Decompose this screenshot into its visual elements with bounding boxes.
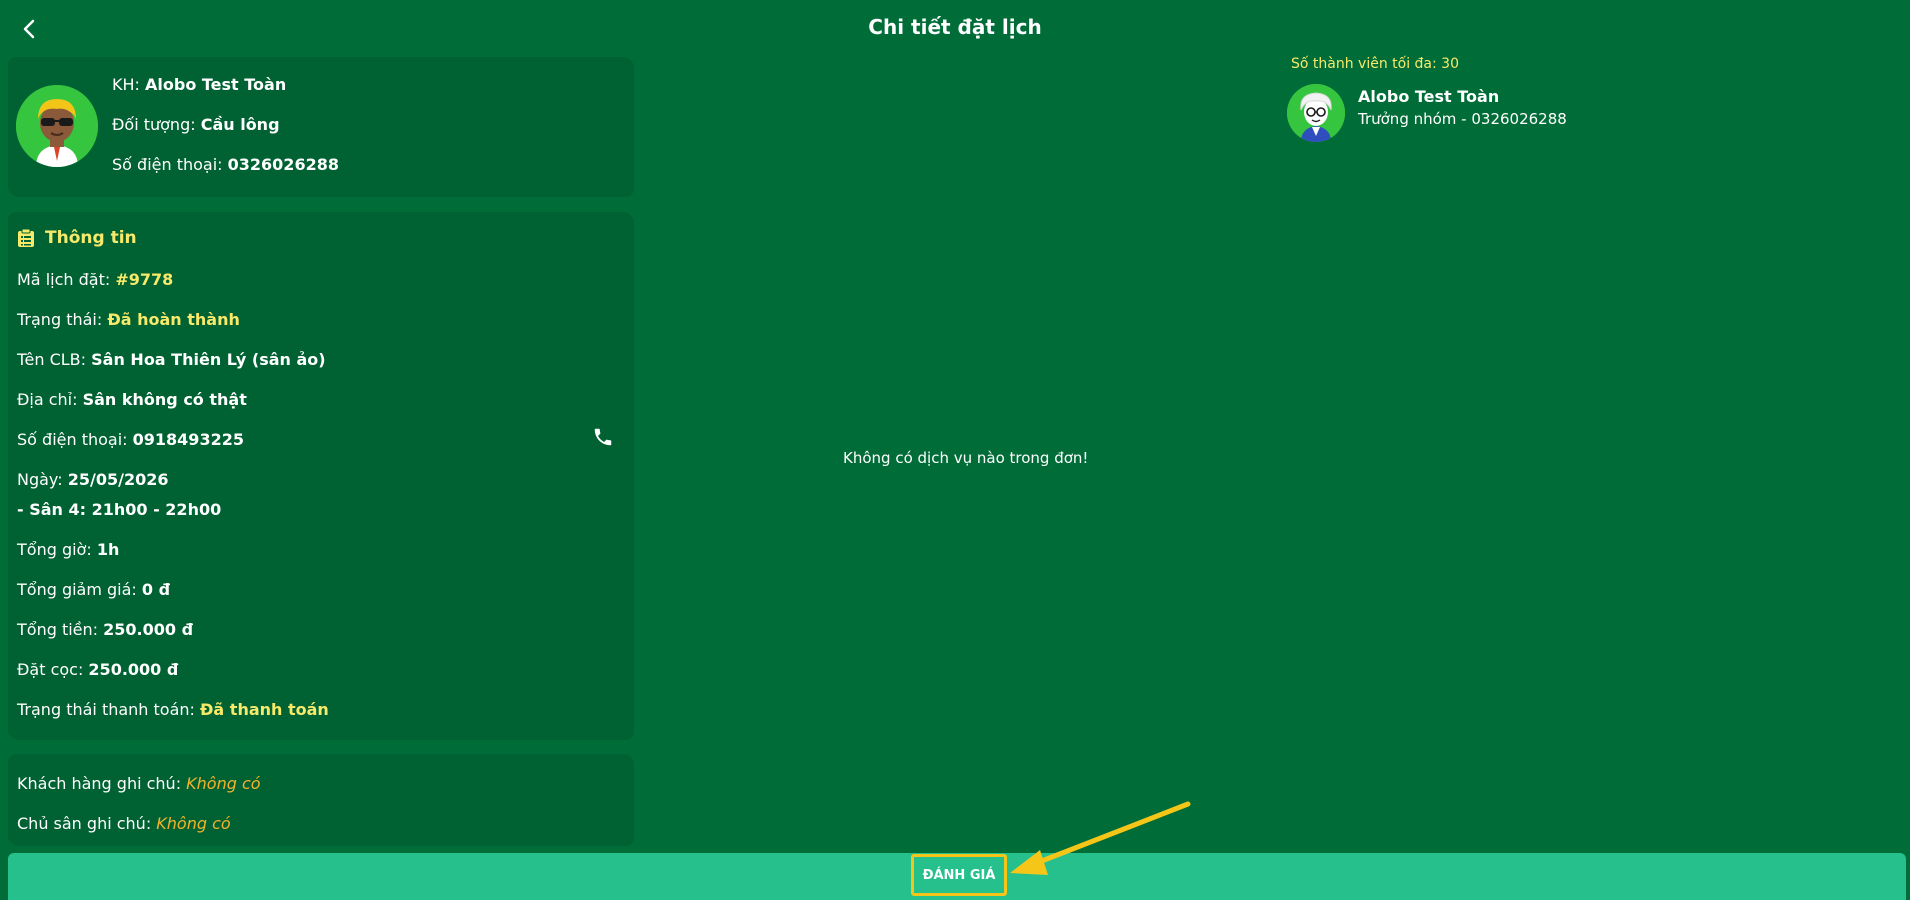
phone-icon[interactable] [592,426,616,450]
customer-object-value: Cầu lông [200,115,280,134]
club-label: Tên CLB: [17,350,92,369]
services-empty-text: Không có dịch vụ nào trong đơn! [843,449,1089,467]
customer-name-line: KH: Alobo Test Toàn [112,75,286,94]
date-label: Ngày: [17,470,68,489]
booking-info-card: Thông tin Mã lịch đặt: #9778 Trạng thái:… [8,212,632,738]
date-row: Ngày: 25/05/2026 [17,470,168,489]
status-label: Trạng thái: [17,310,108,329]
member-role: Trưởng nhóm - 0326026288 [1358,110,1567,128]
payment-status-row: Trạng thái thanh toán: Đã thanh toán [17,700,329,719]
status-value: Đã hoàn thành [107,310,240,329]
total-hours-row: Tổng giờ: 1h [17,540,119,559]
deposit-label: Đặt cọc: [17,660,89,679]
club-row: Tên CLB: Sân Hoa Thiên Lý (sân ảo) [17,350,326,369]
customer-object-label: Đối tượng: [112,115,201,134]
total-hours-value: 1h [96,540,120,559]
customer-object-line: Đối tượng: Cầu lông [112,115,280,134]
notes-card: Khách hàng ghi chú: Không có Chủ sân ghi… [8,754,632,844]
club-phone-label: Số điện thoại: [17,430,133,449]
address-row: Địa chỉ: Sân không có thật [17,390,247,409]
customer-phone-value: 0326026288 [227,155,339,174]
customer-phone-label: Số điện thoại: [112,155,228,174]
booking-code-value: #9778 [115,270,174,289]
club-phone-value: 0918493225 [132,430,244,449]
owner-note-label: Chủ sân ghi chú: [17,814,157,833]
club-value: Sân Hoa Thiên Lý (sân ảo) [91,350,326,369]
date-value: 25/05/2026 [67,470,169,489]
customer-note-label: Khách hàng ghi chú: [17,774,187,793]
address-value: Sân không có thật [82,390,247,409]
total-price-label: Tổng tiền: [17,620,104,639]
booking-code-label: Mã lịch đặt: [17,270,116,289]
owner-note-value: Không có [156,814,231,833]
deposit-value: 250.000 đ [88,660,179,679]
member-avatar [1287,84,1345,142]
payment-status-label: Trạng thái thanh toán: [17,700,201,719]
customer-note-value: Không có [186,774,261,793]
total-hours-label: Tổng giờ: [17,540,97,559]
owner-note-row: Chủ sân ghi chú: Không có [17,814,231,833]
header-bar: Chi tiết đặt lịch [0,0,1910,56]
info-title-text: Thông tin [45,228,137,248]
clipboard-icon [18,228,34,247]
slot-value: - Sân 4: 21h00 - 22h00 [17,500,222,519]
discount-value: 0 đ [141,580,171,599]
info-section-title: Thông tin [17,228,137,248]
customer-avatar [16,85,98,167]
customer-note-row: Khách hàng ghi chú: Không có [17,774,261,793]
deposit-row: Đặt cọc: 250.000 đ [17,660,178,679]
slot-row: - Sân 4: 21h00 - 22h00 [17,500,221,519]
customer-phone-line: Số điện thoại: 0326026288 [112,155,339,174]
payment-status-value: Đã thanh toán [200,700,329,719]
total-price-row: Tổng tiền: 250.000 đ [17,620,193,639]
total-price-value: 250.000 đ [103,620,194,639]
club-phone-row: Số điện thoại: 0918493225 [17,430,244,449]
booking-code-row: Mã lịch đặt: #9778 [17,270,173,289]
status-row: Trạng thái: Đã hoàn thành [17,310,240,329]
address-label: Địa chỉ: [17,390,83,409]
customer-card: KH: Alobo Test Toàn Đối tượng: Cầu lông … [8,57,632,195]
review-button[interactable]: ĐÁNH GIÁ [911,854,1007,896]
max-members-label: Số thành viên tối đa: 30 [1291,56,1459,72]
customer-name-value: Alobo Test Toàn [145,75,287,94]
discount-row: Tổng giảm giá: 0 đ [17,580,170,599]
discount-label: Tổng giảm giá: [17,580,142,599]
member-name: Alobo Test Toàn [1358,87,1500,106]
customer-name-label: KH: [112,75,145,94]
page-title: Chi tiết đặt lịch [868,15,1042,39]
